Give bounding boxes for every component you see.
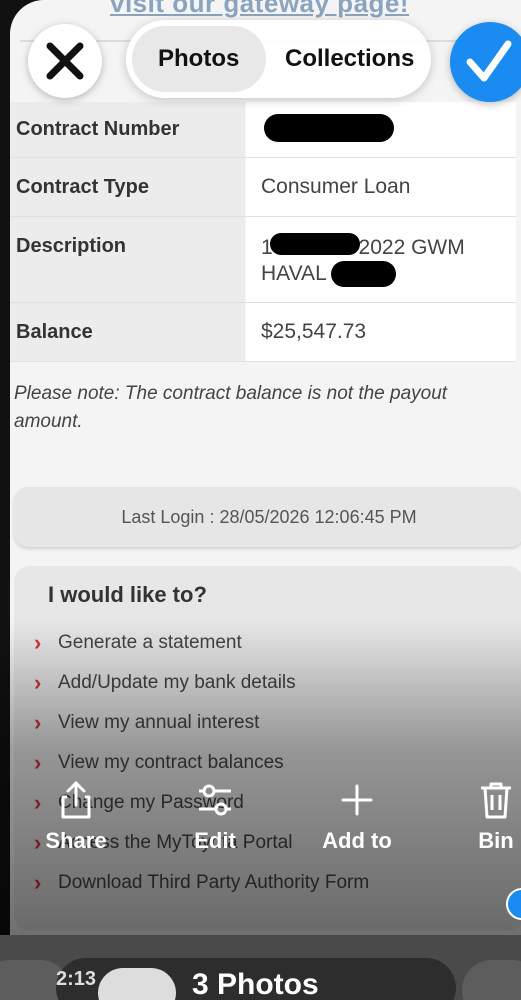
menu-item: › View my annual interest (34, 710, 260, 735)
description-value: 1 2022 GWM HAVAL (246, 217, 516, 302)
checkmark-icon (466, 40, 512, 82)
selection-count: 3 Photos (192, 968, 319, 1000)
bin-button[interactable]: Bin (472, 780, 520, 854)
contract-number-value (246, 102, 516, 157)
menu-item: › Generate a statement (34, 630, 242, 655)
share-button[interactable]: Share (40, 780, 112, 854)
close-icon (46, 42, 84, 80)
strip-fragment-text: 2:13 (56, 968, 97, 990)
done-button[interactable] (450, 22, 521, 102)
gateway-link: visit our gateway page! (110, 0, 410, 18)
table-row: Description 1 2022 GWM HAVAL (10, 217, 516, 303)
last-login: Last Login : 28/05/2026 12:06:45 PM (14, 487, 521, 547)
contract-number-label: Contract Number (10, 102, 245, 157)
menu-title: I would like to? (48, 582, 207, 607)
menu-item: › Download Third Party Authority Form (34, 870, 370, 895)
chevron-right-icon: › (34, 670, 42, 695)
redaction (264, 114, 394, 142)
balance-label: Balance (10, 303, 245, 361)
view-switcher: Photos Collections (126, 20, 431, 98)
balance-note: Please note: The contract balance is not… (14, 383, 448, 432)
menu-item: › View my contract balances (34, 750, 284, 775)
contract-type-value: Consumer Loan (246, 158, 516, 216)
selection-thumbnail (98, 968, 176, 1000)
tab-collections[interactable]: Collections (285, 20, 414, 98)
menu-item: › Add/Update my bank details (34, 670, 296, 695)
edit-icon (199, 784, 231, 816)
plus-icon (341, 784, 373, 816)
table-row: Contract Type Consumer Loan (10, 158, 516, 217)
add-to-button[interactable]: Add to (312, 780, 402, 854)
edit-label: Edit (194, 828, 236, 853)
selection-summary[interactable]: 2:13 3 Photos (56, 958, 456, 1000)
chevron-right-icon: › (34, 870, 42, 895)
chevron-right-icon: › (34, 630, 42, 655)
share-icon (61, 781, 91, 819)
edit-button[interactable]: Edit (182, 780, 248, 854)
share-label: Share (45, 828, 107, 853)
chevron-right-icon: › (34, 750, 42, 775)
close-button[interactable] (28, 24, 102, 98)
redaction (270, 233, 360, 255)
description-label: Description (10, 217, 245, 302)
description-year-make: 2022 GWM (358, 236, 465, 259)
balance-value: $25,547.73 (246, 303, 516, 361)
add-to-label: Add to (322, 828, 392, 853)
action-menu: I would like to? › Generate a statement ›… (14, 566, 521, 931)
table-row: Balance $25,547.73 (10, 303, 516, 362)
chevron-right-icon: › (34, 710, 42, 735)
contract-type-label: Contract Type (10, 158, 245, 216)
tab-photos[interactable]: Photos (158, 20, 239, 98)
bin-label: Bin (478, 828, 514, 853)
trash-icon (481, 782, 511, 819)
table-row: Contract Number (10, 102, 516, 158)
description-model: HAVAL (261, 262, 327, 285)
photo-viewer: visit our gateway page! Contract Number … (0, 0, 521, 1000)
redaction (331, 261, 396, 287)
